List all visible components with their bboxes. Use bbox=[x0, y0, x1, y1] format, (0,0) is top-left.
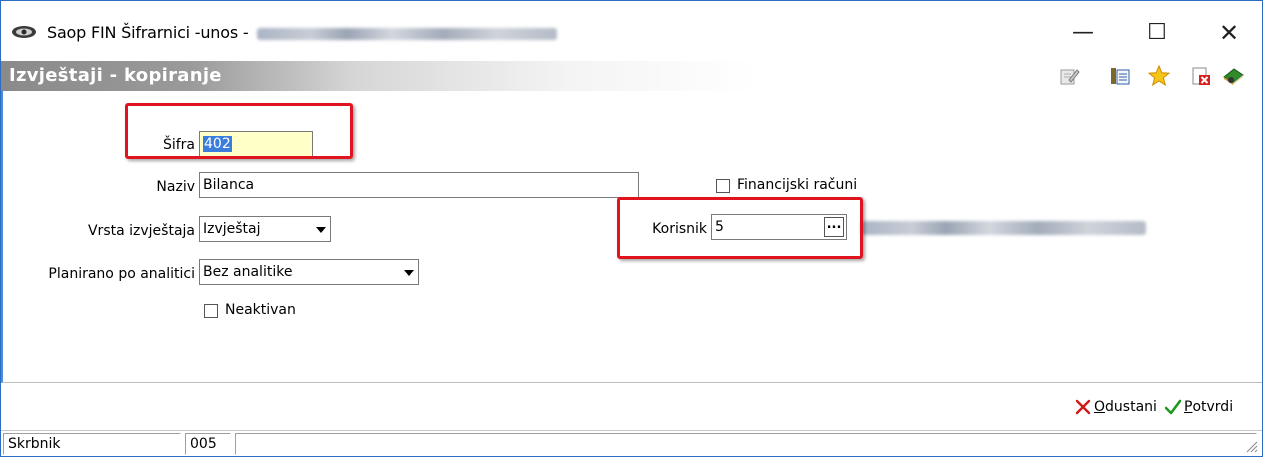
checkmark-icon bbox=[1165, 399, 1181, 415]
chevron-down-icon[interactable] bbox=[398, 262, 416, 282]
status-message bbox=[235, 433, 1257, 455]
app-window: Saop FIN Šifrarnici -unos - — ☐ ✕ Izvješ… bbox=[0, 0, 1263, 457]
window-title: Saop FIN Šifrarnici -unos - bbox=[47, 23, 558, 42]
window-title-text: Saop FIN Šifrarnici -unos - bbox=[47, 23, 249, 42]
financijski-racuni-label: Financijski računi bbox=[737, 177, 858, 193]
odustani-accel: O bbox=[1094, 399, 1106, 415]
delete-icon[interactable] bbox=[1190, 65, 1212, 87]
naziv-label: Naziv bbox=[156, 179, 195, 195]
resize-grip-icon[interactable] bbox=[1244, 439, 1258, 453]
planirano-label: Planirano po analitici bbox=[48, 266, 195, 282]
naziv-input[interactable]: Bilanca bbox=[199, 172, 639, 198]
edit-icon[interactable] bbox=[1058, 65, 1080, 87]
redacted-company-name bbox=[257, 27, 558, 40]
naziv-value: Bilanca bbox=[203, 177, 255, 193]
potvrdi-accel: P bbox=[1184, 399, 1193, 415]
potvrdi-label: otvrdi bbox=[1192, 399, 1234, 415]
cancel-x-icon bbox=[1075, 399, 1091, 415]
status-skrbnik: Skrbnik bbox=[3, 433, 181, 455]
vrsta-izvjestaja-select[interactable]: Izvještaj bbox=[199, 216, 331, 242]
app-eye-icon bbox=[12, 26, 36, 38]
highlight-box-korisnik bbox=[617, 197, 863, 259]
potvrdi-button[interactable]: Potvrdi bbox=[1165, 399, 1233, 415]
star-icon[interactable] bbox=[1148, 65, 1170, 87]
status-code: 005 bbox=[185, 433, 231, 455]
chevron-down-icon[interactable] bbox=[310, 219, 328, 239]
vrsta-izvjestaja-label: Vrsta izvještaja bbox=[87, 223, 195, 239]
form-header: Izvještaji - kopiranje bbox=[1, 61, 1262, 91]
close-button[interactable]: ✕ bbox=[1206, 13, 1252, 53]
status-bar: Skrbnik 005 bbox=[1, 430, 1262, 456]
neaktivan-checkbox[interactable] bbox=[204, 304, 218, 318]
planirano-value: Bez analitike bbox=[203, 264, 293, 280]
financijski-racuni-checkbox[interactable] bbox=[716, 179, 730, 193]
odustani-button[interactable]: Odustani bbox=[1075, 399, 1157, 415]
maximize-button[interactable]: ☐ bbox=[1134, 13, 1180, 53]
vrsta-izvjestaja-value: Izvještaj bbox=[203, 221, 261, 237]
planirano-select[interactable]: Bez analitike bbox=[199, 259, 419, 285]
title-bar: Saop FIN Šifrarnici -unos - — ☐ ✕ bbox=[1, 1, 1262, 61]
form-title: Izvještaji - kopiranje bbox=[9, 65, 222, 86]
redacted-user-name bbox=[861, 221, 1146, 235]
list-view-icon[interactable] bbox=[1109, 65, 1131, 87]
neaktivan-label: Neaktivan bbox=[225, 302, 296, 318]
highlight-box-sifra bbox=[125, 103, 353, 159]
book-help-icon[interactable] bbox=[1222, 65, 1244, 87]
minimize-button[interactable]: — bbox=[1060, 13, 1106, 53]
odustani-label: dustani bbox=[1105, 399, 1157, 415]
